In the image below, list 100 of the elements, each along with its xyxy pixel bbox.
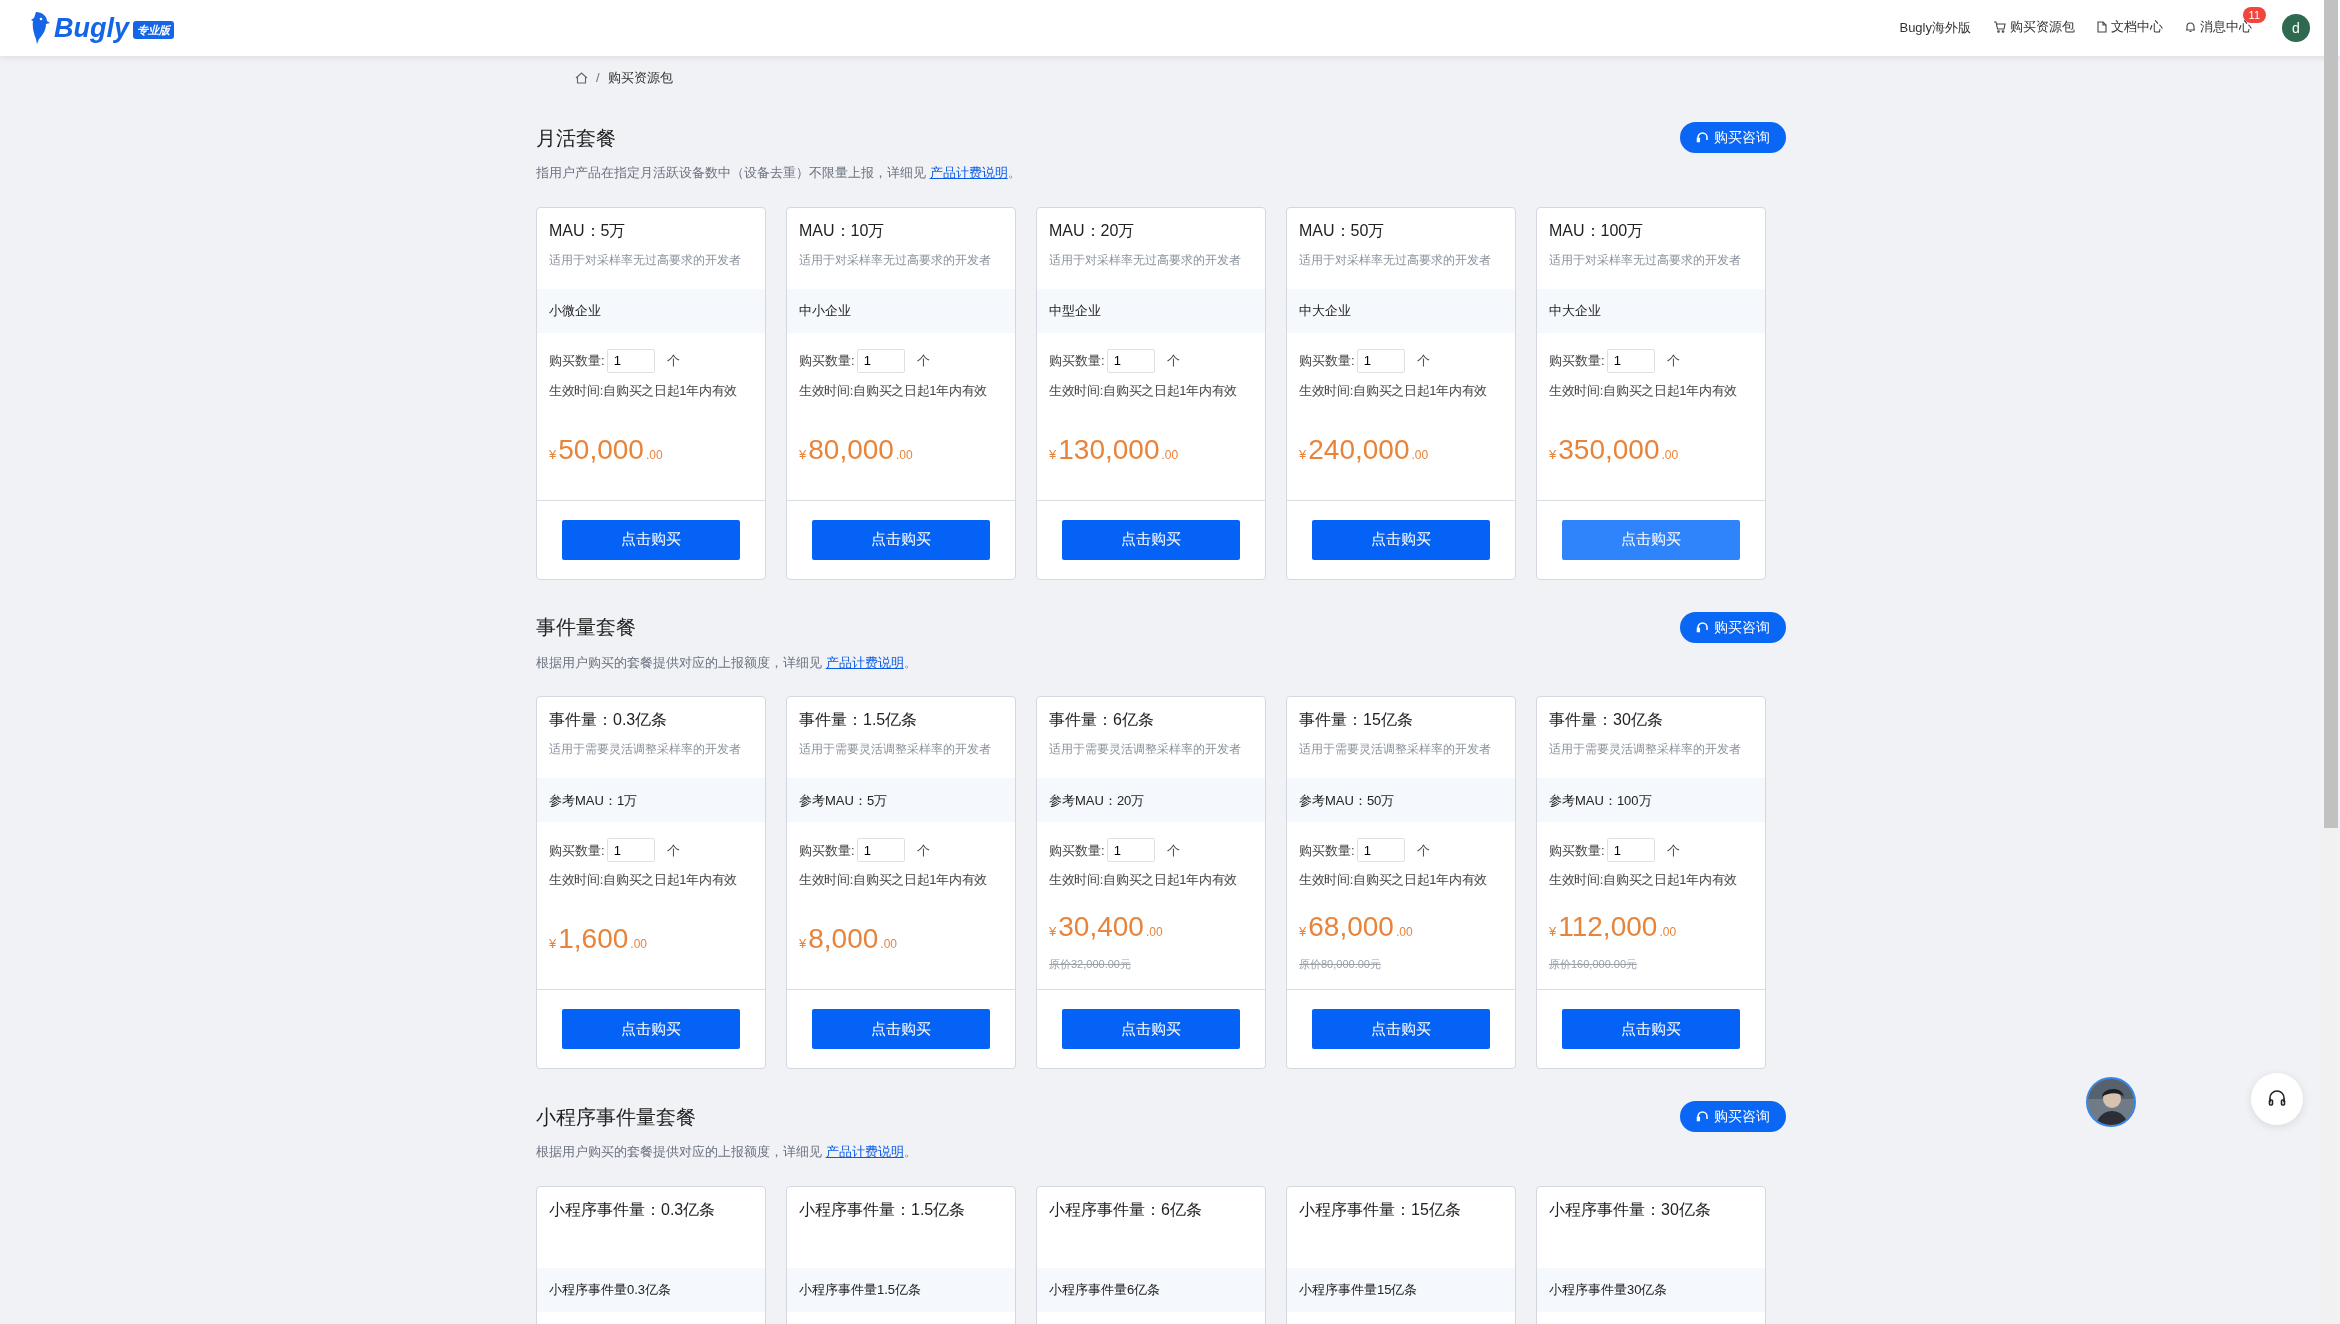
buy-button[interactable]: 点击购买 <box>812 519 990 560</box>
price-cents: .00 <box>1661 446 1679 464</box>
unit-label: 个 <box>666 352 680 370</box>
currency-symbol: ¥ <box>1049 445 1057 464</box>
pricing-link[interactable]: 产品计费说明 <box>825 1144 904 1159</box>
currency-symbol: ¥ <box>549 445 557 464</box>
original-price: 原价80,000.00元 <box>1299 957 1382 973</box>
quantity-field[interactable]: 1 <box>1356 348 1405 373</box>
home-icon[interactable] <box>575 72 588 84</box>
plan-subtitle: 适用于需要灵活调整采样率的开发者 <box>1548 742 1742 757</box>
consult-button[interactable]: 购买咨询 <box>1680 122 1786 153</box>
plan-title: 小程序事件量：30亿条 <box>1548 1199 1712 1220</box>
plan-title: MAU：20万 <box>1048 220 1136 241</box>
validity-text: 生效时间:自购买之日起1年内有效 <box>1298 381 1489 400</box>
bird-logo-icon <box>30 11 50 45</box>
quantity-field[interactable]: 1 <box>1106 348 1155 373</box>
quantity-label: 购买数量: <box>1299 841 1355 860</box>
plan-tier: 小程序事件量6亿条 <box>1037 1267 1265 1312</box>
quantity-label: 购买数量: <box>1549 352 1605 370</box>
buy-button[interactable]: 点击购买 <box>1562 1009 1740 1049</box>
currency-symbol: ¥ <box>1549 445 1557 464</box>
quantity-field[interactable]: 1 <box>1606 838 1655 863</box>
plan-tier: 参考MAU：5万 <box>787 778 1015 823</box>
section-title: 事件量套餐 <box>536 615 636 639</box>
buy-button[interactable]: 点击购买 <box>812 1009 990 1049</box>
plan-title: 小程序事件量：6亿条 <box>1048 1199 1203 1220</box>
validity-text: 生效时间:自购买之日起1年内有效 <box>1048 871 1239 890</box>
original-price: 原价160,000.00元 <box>1549 957 1639 973</box>
plan-tier: 中大企业 <box>1287 288 1515 333</box>
buy-button[interactable]: 点击购买 <box>1312 1009 1490 1049</box>
quantity-field[interactable]: 1 <box>856 348 905 373</box>
plan-subtitle: 适用于需要灵活调整采样率的开发者 <box>1298 742 1492 757</box>
quantity-label: 购买数量: <box>549 352 605 370</box>
quantity-field[interactable]: 1 <box>1106 838 1155 863</box>
plan-subtitle: 适用于对采样率无过高要求的开发者 <box>548 252 742 268</box>
plan-title: 事件量：30亿条 <box>1548 710 1664 730</box>
currency-symbol: ¥ <box>799 935 807 954</box>
nav-link[interactable]: 文档中心 <box>2097 17 2163 37</box>
plan-title: MAU：50万 <box>1298 220 1386 241</box>
quantity-field[interactable]: 1 <box>1606 348 1655 373</box>
plan-subtitle: 适用于对采样率无过高要求的开发者 <box>798 252 992 268</box>
quantity-field[interactable]: 1 <box>606 838 655 863</box>
quantity-label: 购买数量: <box>1299 352 1355 370</box>
buy-button[interactable]: 点击购买 <box>1062 519 1240 560</box>
headset-icon <box>2267 1089 2287 1109</box>
price-amount: 350,000 <box>1558 432 1660 467</box>
price-amount: 8,000 <box>808 922 879 957</box>
nav-link[interactable]: Bugly海外版 <box>1899 18 1971 38</box>
plan-subtitle: 适用于对采样率无过高要求的开发者 <box>1298 252 1492 268</box>
pricing-link[interactable]: 产品计费说明 <box>825 654 904 670</box>
price-amount: 30,400 <box>1058 910 1144 945</box>
plan-tier: 参考MAU：1万 <box>537 778 765 823</box>
section-description: 根据用户购买的套餐提供对应的上报额度，详细见 产品计费说明。 <box>536 653 918 672</box>
consult-button[interactable]: 购买咨询 <box>1680 1101 1786 1132</box>
user-avatar[interactable]: d <box>2282 14 2310 42</box>
quantity-label: 购买数量: <box>799 352 855 370</box>
plan-title: 事件量：6亿条 <box>1048 710 1155 730</box>
unit-label: 个 <box>666 841 680 860</box>
unit-label: 个 <box>916 841 930 860</box>
unit-label: 个 <box>1166 352 1180 370</box>
plan-tier: 参考MAU：50万 <box>1287 778 1515 823</box>
price-amount: 240,000 <box>1308 432 1410 467</box>
unit-label: 个 <box>916 352 930 370</box>
plan-tier: 小程序事件量0.3亿条 <box>537 1267 765 1312</box>
unit-label: 个 <box>1416 352 1430 370</box>
plan-tier: 小程序事件量30亿条 <box>1537 1267 1765 1312</box>
validity-text: 生效时间:自购买之日起1年内有效 <box>1548 381 1739 400</box>
plan-title: 事件量：1.5亿条 <box>798 710 919 730</box>
price-amount: 130,000 <box>1058 432 1160 467</box>
scrollbar-thumb[interactable] <box>2324 0 2338 828</box>
quantity-label: 购买数量: <box>799 841 855 860</box>
buy-button[interactable]: 点击购买 <box>562 519 740 560</box>
support-button[interactable] <box>2251 1073 2303 1125</box>
user-avatar[interactable] <box>2086 1077 2136 1127</box>
currency-symbol: ¥ <box>1549 923 1557 942</box>
buy-button[interactable]: 点击购买 <box>1312 519 1490 560</box>
plan-tier: 参考MAU：20万 <box>1037 778 1265 823</box>
validity-text: 生效时间:自购买之日起1年内有效 <box>1548 871 1739 890</box>
price-amount: 1,600 <box>558 922 629 957</box>
original-price: 原价32,000.00元 <box>1049 957 1132 973</box>
pricing-link[interactable]: 产品计费说明 <box>929 165 1008 180</box>
currency-symbol: ¥ <box>1299 445 1307 464</box>
price-cents: .00 <box>895 446 913 464</box>
plan-title: 事件量：15亿条 <box>1298 710 1414 730</box>
price-cents: .00 <box>645 446 663 464</box>
buy-button[interactable]: 点击购买 <box>1562 519 1740 560</box>
price-amount: 80,000 <box>808 432 894 467</box>
nav-link[interactable]: 购买资源包 <box>1993 17 2075 37</box>
plan-tier: 中大企业 <box>1537 288 1765 333</box>
price-amount: 50,000 <box>558 432 644 467</box>
document-icon <box>2097 21 2107 34</box>
quantity-field[interactable]: 1 <box>856 838 905 863</box>
plan-tier: 中型企业 <box>1037 288 1265 333</box>
consult-button[interactable]: 购买咨询 <box>1680 611 1786 643</box>
buy-button[interactable]: 点击购买 <box>562 1009 740 1049</box>
plan-subtitle: 适用于需要灵活调整采样率的开发者 <box>1048 742 1242 757</box>
quantity-field[interactable]: 1 <box>1356 838 1405 863</box>
quantity-field[interactable]: 1 <box>606 348 655 373</box>
validity-text: 生效时间:自购买之日起1年内有效 <box>548 381 739 400</box>
buy-button[interactable]: 点击购买 <box>1062 1009 1240 1049</box>
